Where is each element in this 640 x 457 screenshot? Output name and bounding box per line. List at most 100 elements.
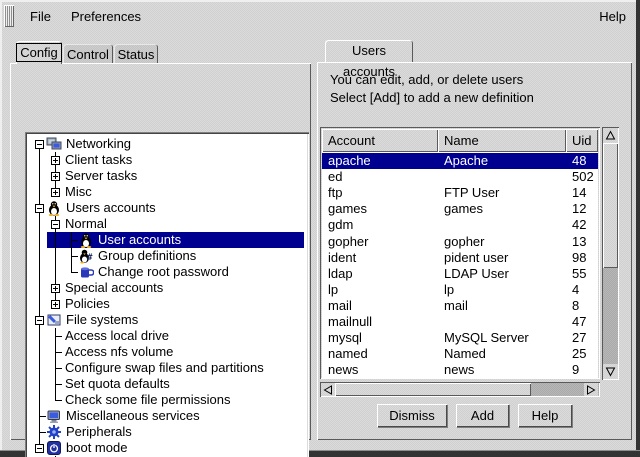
- column-header-name[interactable]: Name: [438, 129, 566, 152]
- tree-row[interactable]: Policies: [27, 296, 307, 312]
- menu-help[interactable]: Help: [589, 5, 636, 28]
- tree-row[interactable]: Check some file permissions: [27, 392, 307, 408]
- tree-item-label: Server tasks: [65, 168, 137, 184]
- tab-control[interactable]: Control: [63, 44, 113, 64]
- monitor-icon: [46, 408, 62, 424]
- tree-row[interactable]: #Group definitions: [27, 248, 307, 264]
- tree-item-label: boot mode: [66, 440, 127, 456]
- tree-collapse-box[interactable]: [35, 444, 44, 453]
- tree-row[interactable]: boot mode: [27, 440, 307, 456]
- tree-item-label: Client tasks: [65, 152, 132, 168]
- tab-users-accounts[interactable]: Users accounts: [325, 40, 413, 62]
- horizontal-scrollbar[interactable]: [320, 382, 600, 397]
- group-icon: #: [78, 248, 94, 264]
- tree-expand-box[interactable]: [51, 300, 60, 309]
- vertical-scrollbar-thumb[interactable]: [603, 143, 618, 268]
- table-row[interactable]: mailmail8: [322, 298, 598, 314]
- networking-icon: [46, 136, 62, 152]
- table-row[interactable]: mysqlMySQL Server27: [322, 330, 598, 346]
- tree-row[interactable]: Access nfs volume: [27, 344, 307, 360]
- tree-row[interactable]: Access local drive: [27, 328, 307, 344]
- name-cell: lp: [444, 282, 568, 298]
- tree-expand-box[interactable]: [51, 284, 60, 293]
- account-cell: ident: [328, 250, 440, 266]
- uid-cell: 55: [572, 266, 598, 282]
- tree-row[interactable]: Normal: [27, 216, 307, 232]
- name-cell: news: [444, 362, 568, 378]
- account-cell: mailnull: [328, 314, 440, 330]
- tree-connector-line: [55, 248, 56, 264]
- table-row[interactable]: apacheApache48: [322, 153, 598, 169]
- tree-row[interactable]: Configure swap files and partitions: [27, 360, 307, 376]
- table-row[interactable]: newsnews9: [322, 362, 598, 378]
- tree-expand-box[interactable]: [51, 172, 60, 181]
- tree-item-label: Special accounts: [65, 280, 163, 296]
- tree-row[interactable]: User accounts: [27, 232, 307, 248]
- tab-config[interactable]: Config: [16, 41, 62, 64]
- table-row[interactable]: lplp4: [322, 282, 598, 298]
- window-edge-left: [0, 0, 2, 457]
- menu-file[interactable]: File: [20, 5, 61, 28]
- tree-row[interactable]: Special accounts: [27, 280, 307, 296]
- column-header-uid[interactable]: Uid: [566, 129, 598, 152]
- add-button[interactable]: Add: [456, 404, 509, 427]
- table-row[interactable]: namedNamed25: [322, 346, 598, 362]
- tree-connector-line: [39, 296, 40, 312]
- account-cell: mysql: [328, 330, 440, 346]
- tree-row[interactable]: Networking: [27, 136, 307, 152]
- table-row[interactable]: identpident user98: [322, 250, 598, 266]
- tree-row[interactable]: Client tasks: [27, 152, 307, 168]
- tree-row[interactable]: Set quota defaults: [27, 376, 307, 392]
- tree-item-label: User accounts: [98, 232, 181, 248]
- tree-connector-line: [39, 392, 40, 408]
- table-row[interactable]: gdm42: [322, 217, 598, 233]
- account-cell: ldap: [328, 266, 440, 282]
- column-header-account[interactable]: Account: [322, 129, 438, 152]
- tree-row[interactable]: Users accounts: [27, 200, 307, 216]
- table-row[interactable]: gamesgames12: [322, 201, 598, 217]
- uid-cell: 4: [572, 282, 598, 298]
- tree-row[interactable]: Miscellaneous services: [27, 408, 307, 424]
- name-cell: FTP User: [444, 185, 568, 201]
- tree-item-label: Access local drive: [65, 328, 169, 344]
- tree-row[interactable]: Server tasks: [27, 168, 307, 184]
- tree-item-label: Normal: [65, 216, 107, 232]
- name-cell: gopher: [444, 234, 568, 250]
- tree-item-label: Policies: [65, 296, 110, 312]
- scroll-down-arrow[interactable]: [603, 364, 618, 379]
- scroll-left-arrow[interactable]: [321, 383, 335, 396]
- table-row[interactable]: gophergopher13: [322, 234, 598, 250]
- tree-collapse-box[interactable]: [35, 204, 44, 213]
- tree-connector-line: [39, 248, 40, 264]
- menu-preferences[interactable]: Preferences: [61, 5, 151, 28]
- tree-row[interactable]: File systems: [27, 312, 307, 328]
- table-row[interactable]: ldapLDAP User55: [322, 266, 598, 282]
- tree-connector-line: [71, 256, 78, 257]
- tree-item-label: Change root password: [98, 264, 229, 280]
- tree-expand-box[interactable]: [51, 188, 60, 197]
- table-row[interactable]: ed502: [322, 169, 598, 185]
- dismiss-button[interactable]: Dismiss: [377, 404, 447, 427]
- vertical-scrollbar[interactable]: [602, 127, 619, 380]
- tree-collapse-box[interactable]: [35, 316, 44, 325]
- help-text-line1: You can edit, add, or delete users: [330, 72, 523, 87]
- table-row[interactable]: ftpFTP User14: [322, 185, 598, 201]
- table-row[interactable]: mailnull47: [322, 314, 598, 330]
- uid-cell: 27: [572, 330, 598, 346]
- scroll-up-arrow[interactable]: [603, 128, 618, 143]
- tree-collapse-box[interactable]: [51, 220, 60, 229]
- tree-expand-box[interactable]: [51, 156, 60, 165]
- tree-item-label: Access nfs volume: [65, 344, 173, 360]
- menu-grip-handle[interactable]: [4, 5, 14, 27]
- tree-collapse-box[interactable]: [35, 140, 44, 149]
- horizontal-scrollbar-thumb[interactable]: [335, 383, 531, 396]
- account-cell: gdm: [328, 217, 440, 233]
- tree-connector-line: [39, 280, 40, 296]
- scroll-right-arrow[interactable]: [584, 383, 598, 396]
- tab-status[interactable]: Status: [114, 44, 158, 64]
- tree-row[interactable]: Peripherals: [27, 424, 307, 440]
- tree-row[interactable]: Misc: [27, 184, 307, 200]
- account-cell: apache: [328, 153, 440, 169]
- tree-row[interactable]: Change root password: [27, 264, 307, 280]
- help-button[interactable]: Help: [518, 404, 572, 427]
